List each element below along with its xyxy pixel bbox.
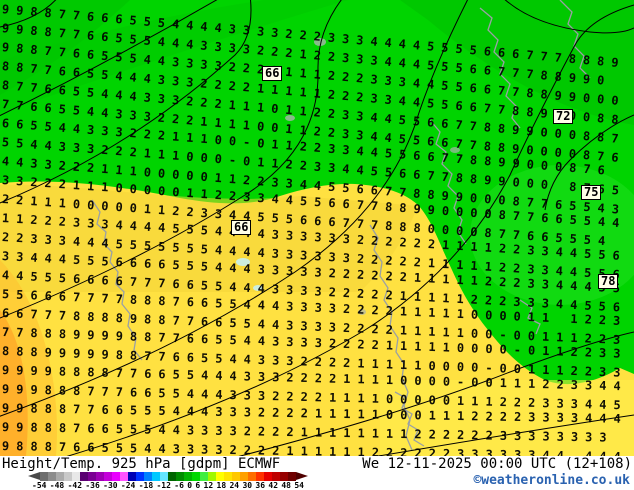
scale-tick: 24: [229, 481, 239, 490]
scale-segment: [176, 472, 184, 481]
digit-layer: 9988776665554444333322233344445555666777…: [0, 0, 634, 456]
contour-label: 75: [581, 185, 601, 200]
scale-segment: [280, 472, 288, 481]
scale-segment: [64, 472, 72, 481]
scale-segment: [40, 472, 48, 481]
scale-segment: [104, 472, 112, 481]
scale-segment: [240, 472, 248, 481]
scale-tick: -30: [103, 481, 117, 490]
scale-segment: [48, 472, 56, 481]
scale-segment: [216, 472, 224, 481]
scale-segment: [224, 472, 232, 481]
map-canvas[interactable]: 9988776665554444333322233344445555666777…: [0, 0, 634, 456]
copyright-link[interactable]: ©weatheronline.co.uk: [473, 473, 630, 488]
scale-segment: [128, 472, 136, 481]
scale-tick: -18: [139, 481, 153, 490]
contour-label: 66: [262, 66, 282, 81]
scale-tick: 12: [204, 481, 214, 490]
temperature-color-scale: [40, 472, 296, 481]
scale-tick: -42: [68, 481, 82, 490]
scale-segment: [152, 472, 160, 481]
scale-tick: 6: [195, 481, 200, 490]
scale-segment: [232, 472, 240, 481]
scale-left-arrow: [28, 472, 40, 480]
scale-tick: 36: [255, 481, 265, 490]
scale-tick: 0: [187, 481, 192, 490]
scale-tick: 18: [217, 481, 227, 490]
scale-segment: [72, 472, 80, 481]
chart-title: Height/Temp. 925 hPa [gdpm] ECMWF: [2, 456, 280, 472]
scale-segment: [248, 472, 256, 481]
scale-segment: [208, 472, 216, 481]
weather-chart-page: 9988776665554444333322233344445555666777…: [0, 0, 634, 490]
footer-bar: Height/Temp. 925 hPa [gdpm] ECMWF We 12-…: [0, 456, 634, 490]
scale-tick: 48: [281, 481, 291, 490]
scale-segment: [80, 472, 88, 481]
scale-tick: -12: [156, 481, 170, 490]
scale-tick: -6: [174, 481, 184, 490]
scale-tick: -24: [121, 481, 135, 490]
scale-right-arrow: [296, 472, 308, 480]
scale-segment: [200, 472, 208, 481]
scale-segment: [112, 472, 120, 481]
scale-tick: -48: [50, 481, 64, 490]
scale-tick: -54: [32, 481, 46, 490]
chart-datetime: We 12-11-2025 00:00 UTC (12+108): [362, 456, 632, 472]
contour-label: 72: [553, 109, 573, 124]
scale-segment: [160, 472, 168, 481]
scale-segment: [272, 472, 280, 481]
scale-segment: [256, 472, 264, 481]
scale-segment: [88, 472, 96, 481]
scale-tick: 30: [242, 481, 252, 490]
scale-segment: [192, 472, 200, 481]
scale-tick: 54: [294, 481, 304, 490]
scale-tick: 42: [268, 481, 278, 490]
scale-tick: -36: [85, 481, 99, 490]
contour-label: 78: [598, 274, 618, 289]
contour-label: 66: [231, 220, 251, 235]
scale-segment: [168, 472, 176, 481]
scale-segment: [120, 472, 128, 481]
scale-segment: [264, 472, 272, 481]
scale-tick-labels: -54 -48 -42-36 -30 -24 -18-12 -606 121824303642…: [32, 481, 304, 490]
scale-segment: [288, 472, 296, 481]
scale-segment: [96, 472, 104, 481]
scale-segment: [184, 472, 192, 481]
scale-segment: [56, 472, 64, 481]
scale-segment: [136, 472, 144, 481]
scale-segment: [144, 472, 152, 481]
